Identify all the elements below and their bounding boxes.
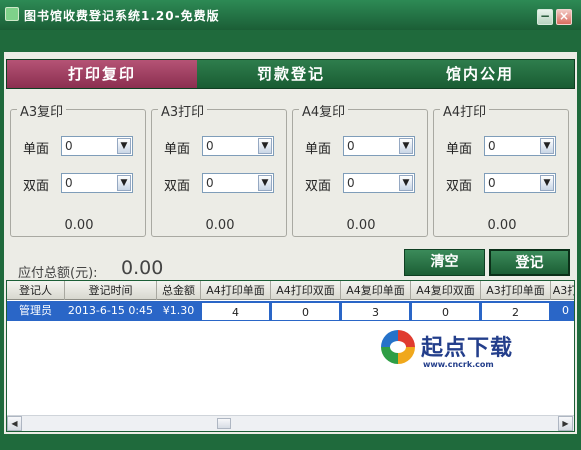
chevron-down-icon[interactable]: ▼	[117, 175, 131, 191]
main-content: 打印复印 罚款登记 馆内公用 A3复印 单面 0 ▼ 双面 0 ▼ 0.00 A…	[4, 52, 577, 434]
column-header[interactable]: A4复印双面	[411, 281, 481, 300]
watermark-text: 起点下载	[421, 336, 514, 361]
panel-a4-copy: A4复印 单面 0 ▼ 双面 0 ▼ 0.00	[292, 101, 428, 237]
panel-title: A4复印	[299, 101, 349, 120]
table-row[interactable]: 管理员 2013-6-15 0:45 ¥1.30 4 0 3 0 2 0	[7, 301, 574, 321]
combo-value: 0	[488, 139, 496, 153]
arrow-left-icon[interactable]: ◀	[7, 416, 22, 431]
table-cell[interactable]: 0	[551, 301, 574, 321]
menu-strip	[0, 30, 581, 52]
column-header[interactable]: A4复印单面	[341, 281, 411, 300]
table-cell[interactable]: 0	[271, 301, 340, 321]
table-cell[interactable]: 2013-6-15 0:45	[65, 301, 156, 321]
column-header[interactable]: A4打印单面	[201, 281, 271, 300]
register-button[interactable]: 登记	[489, 249, 570, 276]
site-watermark: 起点下载 www.cncrk.com	[381, 328, 531, 378]
panel-subtotal: 0.00	[346, 218, 376, 233]
single-side-label: 单面	[23, 142, 50, 157]
panel-subtotal: 0.00	[205, 218, 235, 233]
combo-value: 0	[347, 176, 355, 190]
tab-bar: 打印复印 罚款登记 馆内公用	[6, 59, 575, 89]
column-header[interactable]: A3打	[551, 281, 574, 300]
table-cell[interactable]: 2	[481, 301, 550, 321]
app-icon	[5, 7, 19, 21]
combo-value: 0	[206, 139, 214, 153]
panel-a3-print: A3打印 单面 0 ▼ 双面 0 ▼ 0.00	[151, 101, 287, 237]
minimize-button[interactable]: −	[537, 9, 553, 25]
column-header[interactable]: 登记人	[7, 281, 65, 300]
single-side-label: 单面	[305, 142, 332, 157]
combo-value: 0	[347, 139, 355, 153]
column-header[interactable]: A3打印单面	[481, 281, 551, 300]
combo-value: 0	[65, 176, 73, 190]
single-side-label: 单面	[164, 142, 191, 157]
combo-value: 0	[488, 176, 496, 190]
table-cell[interactable]: 0	[411, 301, 480, 321]
panel-a3-copy: A3复印 单面 0 ▼ 双面 0 ▼ 0.00	[10, 101, 146, 237]
combo-value: 0	[65, 139, 73, 153]
table-header: 登记人 登记时间 总金额 A4打印单面 A4打印双面 A4复印单面 A4复印双面 A3打印单面…	[7, 281, 574, 300]
column-header[interactable]: A4打印双面	[271, 281, 341, 300]
tab-library-public[interactable]: 馆内公用	[385, 60, 575, 88]
column-header[interactable]: 总金额	[157, 281, 201, 300]
chevron-down-icon[interactable]: ▼	[258, 175, 272, 191]
clear-button[interactable]: 清空	[404, 249, 485, 276]
table-cell[interactable]: 3	[341, 301, 410, 321]
scroll-thumb[interactable]	[217, 418, 231, 429]
panel-title: A3打印	[158, 101, 208, 120]
single-side-select[interactable]: 0 ▼	[343, 136, 415, 156]
double-side-select[interactable]: 0 ▼	[343, 173, 415, 193]
panel-subtotal: 0.00	[64, 218, 94, 233]
chevron-down-icon[interactable]: ▼	[540, 138, 554, 154]
single-side-label: 单面	[446, 142, 473, 157]
watermark-url: www.cncrk.com	[423, 360, 494, 369]
single-side-select[interactable]: 0 ▼	[202, 136, 274, 156]
records-table[interactable]: 登记人 登记时间 总金额 A4打印单面 A4打印双面 A4复印单面 A4复印双面 A3打印单面…	[6, 280, 575, 432]
total-payable-value: 0.00	[121, 257, 164, 279]
chevron-down-icon[interactable]: ▼	[117, 138, 131, 154]
table-cell[interactable]: 4	[201, 301, 270, 321]
panel-title: A4打印	[440, 101, 490, 120]
status-bar	[0, 434, 581, 450]
single-side-select[interactable]: 0 ▼	[61, 136, 133, 156]
panel-a4-print: A4打印 单面 0 ▼ 双面 0 ▼ 0.00	[433, 101, 569, 237]
app-window: 图书馆收费登记系统1.20-免费版 − × 打印复印 罚款登记 馆内公用 A3复…	[0, 0, 581, 450]
combo-value: 0	[206, 176, 214, 190]
column-header[interactable]: 登记时间	[65, 281, 157, 300]
double-side-select[interactable]: 0 ▼	[61, 173, 133, 193]
horizontal-scrollbar[interactable]: ◀ ▶	[7, 415, 574, 431]
double-side-select[interactable]: 0 ▼	[484, 173, 556, 193]
double-side-label: 双面	[23, 179, 50, 194]
tab-fine-register[interactable]: 罚款登记	[197, 60, 385, 88]
double-side-label: 双面	[305, 179, 332, 194]
chevron-down-icon[interactable]: ▼	[399, 175, 413, 191]
double-side-select[interactable]: 0 ▼	[202, 173, 274, 193]
total-payable-label: 应付总额(元):	[18, 266, 98, 281]
title-bar[interactable]: 图书馆收费登记系统1.20-免费版 − ×	[0, 0, 581, 30]
tab-print-copy[interactable]: 打印复印	[7, 60, 197, 88]
watermark-logo	[381, 330, 415, 364]
double-side-label: 双面	[446, 179, 473, 194]
arrow-right-icon[interactable]: ▶	[558, 416, 573, 431]
chevron-down-icon[interactable]: ▼	[258, 138, 272, 154]
panel-subtotal: 0.00	[487, 218, 517, 233]
chevron-down-icon[interactable]: ▼	[540, 175, 554, 191]
table-cell[interactable]: ¥1.30	[157, 301, 200, 321]
table-cell[interactable]: 管理员	[7, 301, 64, 321]
single-side-select[interactable]: 0 ▼	[484, 136, 556, 156]
window-title: 图书馆收费登记系统1.20-免费版	[24, 9, 220, 23]
panel-title: A3复印	[17, 101, 67, 120]
double-side-label: 双面	[164, 179, 191, 194]
chevron-down-icon[interactable]: ▼	[399, 138, 413, 154]
close-button[interactable]: ×	[556, 9, 572, 25]
